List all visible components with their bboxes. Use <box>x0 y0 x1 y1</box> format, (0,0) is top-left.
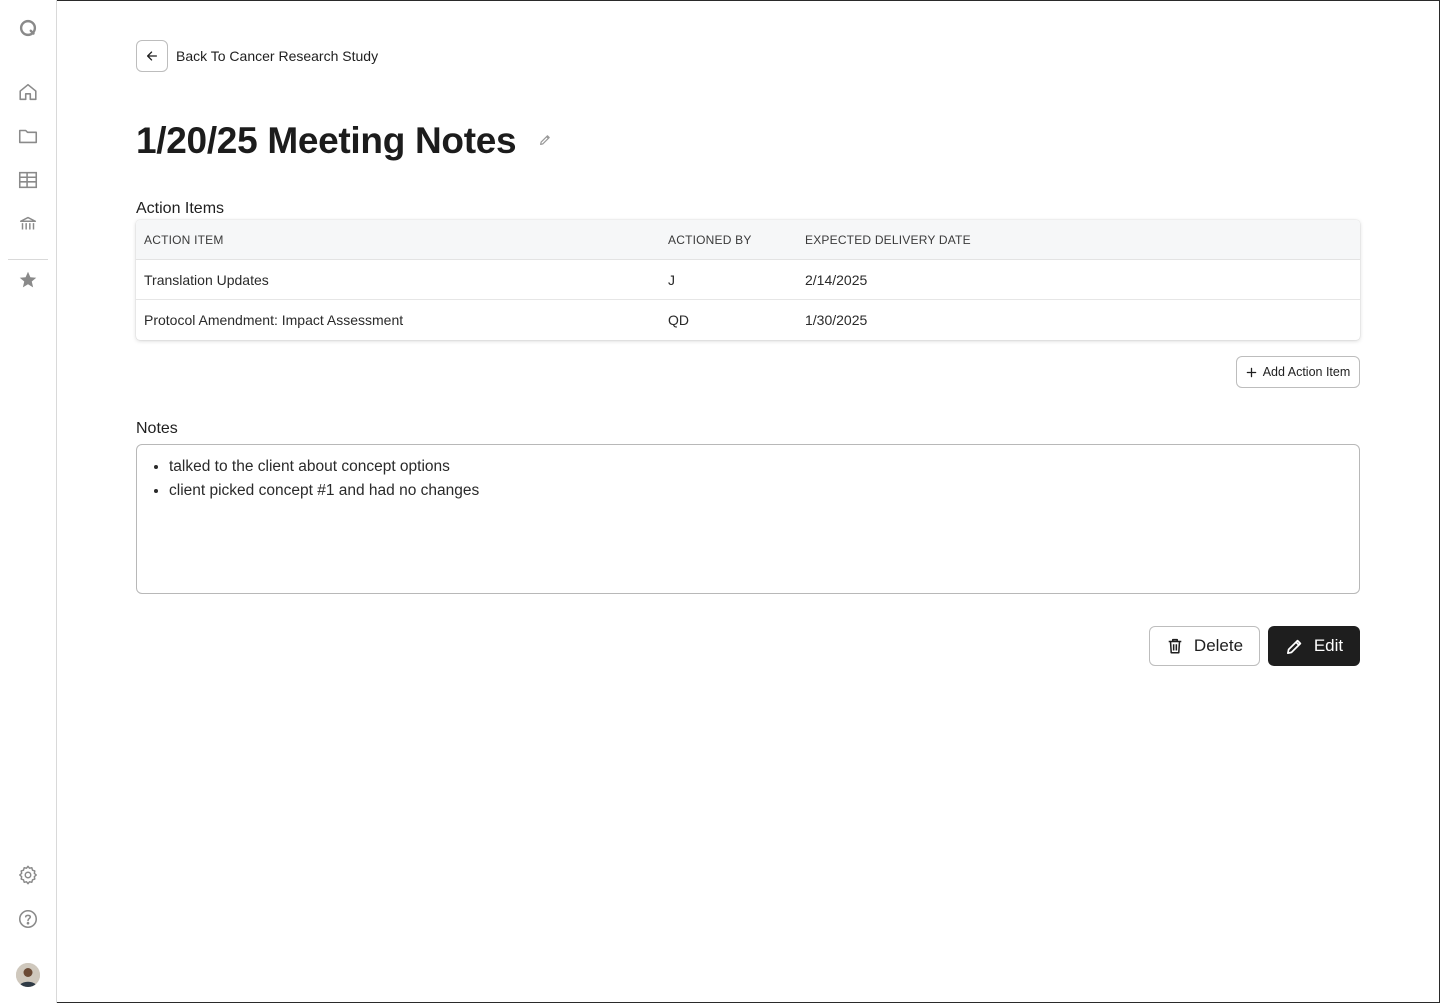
table-row[interactable]: Protocol Amendment: Impact Assessment QD… <box>136 300 1360 340</box>
help-icon[interactable] <box>16 907 40 931</box>
delete-button[interactable]: Delete <box>1149 626 1260 666</box>
delete-label: Delete <box>1193 636 1244 655</box>
cell-action-item: Protocol Amendment: Impact Assessment <box>144 312 404 328</box>
pencil-icon[interactable] <box>536 131 554 149</box>
notes-list: talked to the client about concept optio… <box>169 455 1343 503</box>
avatar[interactable] <box>16 963 40 987</box>
add-action-item-label: Add Action Item <box>1262 365 1351 379</box>
page-title: 1/20/25 Meeting Notes <box>136 120 517 161</box>
edit-label: Edit <box>1313 636 1344 655</box>
arrow-left-icon <box>146 51 158 61</box>
notes-label: Notes <box>136 420 178 437</box>
folder-icon[interactable] <box>16 124 40 148</box>
sidebar <box>0 0 57 1003</box>
table-icon[interactable] <box>16 168 40 192</box>
cell-delivery-date: 1/30/2025 <box>805 312 868 328</box>
cell-delivery-date: 2/14/2025 <box>805 272 868 288</box>
institution-icon[interactable] <box>16 212 40 236</box>
column-header-action-item: ACTION ITEM <box>144 233 224 247</box>
add-action-item-button[interactable]: Add Action Item <box>1236 356 1360 388</box>
notes-list-item: client picked concept #1 and had no chan… <box>169 479 1343 503</box>
back-button[interactable] <box>136 40 168 72</box>
home-icon[interactable] <box>16 80 40 104</box>
action-items-table: ACTION ITEM ACTIONED BY EXPECTED DELIVER… <box>136 220 1360 340</box>
cell-action-item: Translation Updates <box>144 272 269 288</box>
column-header-delivery-date: EXPECTED DELIVERY DATE <box>805 233 971 247</box>
pencil-icon <box>1286 639 1302 654</box>
cell-actioned-by: J <box>668 272 675 288</box>
table-header: ACTION ITEM ACTIONED BY EXPECTED DELIVER… <box>136 220 1360 260</box>
table-row[interactable]: Translation Updates J 2/14/2025 <box>136 260 1360 300</box>
star-icon[interactable] <box>16 268 40 292</box>
plus-icon <box>1246 367 1256 377</box>
cell-actioned-by: QD <box>668 312 689 328</box>
notes-list-item: talked to the client about concept optio… <box>169 455 1343 479</box>
gear-icon[interactable] <box>16 863 40 887</box>
notes-field[interactable]: talked to the client about concept optio… <box>136 444 1360 594</box>
trash-icon <box>1168 638 1182 654</box>
action-items-label: Action Items <box>136 200 225 217</box>
edit-button[interactable]: Edit <box>1268 626 1360 666</box>
sidebar-divider <box>8 259 48 260</box>
back-link-label[interactable]: Back To Cancer Research Study <box>176 47 378 65</box>
logo-icon[interactable] <box>16 16 40 40</box>
column-header-actioned-by: ACTIONED BY <box>668 233 752 247</box>
